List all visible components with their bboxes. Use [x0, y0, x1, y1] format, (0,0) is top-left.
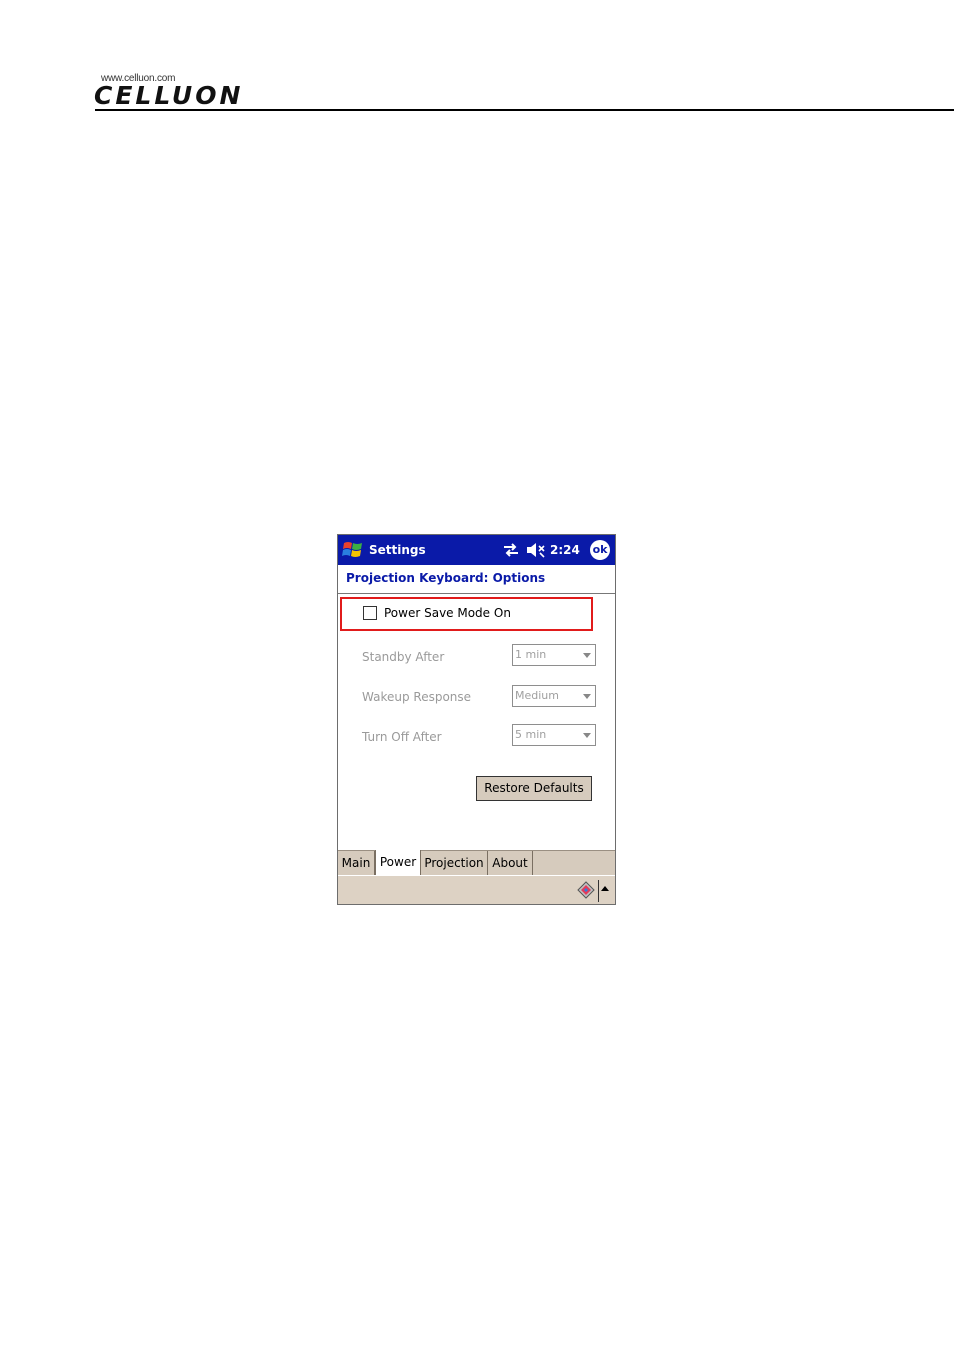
dropdown-value: 1 min [515, 648, 547, 661]
chevron-down-icon [583, 653, 591, 658]
standby-after-select[interactable]: 1 min [512, 644, 596, 666]
sync-icon[interactable] [503, 543, 519, 557]
arrow-up-icon[interactable] [601, 886, 609, 891]
header-divider [95, 109, 954, 111]
ok-button[interactable]: ok [590, 540, 610, 560]
dropdown-value: Medium [515, 689, 559, 702]
celluon-logo: CELLUON [94, 81, 244, 110]
power-save-label[interactable]: Power Save Mode On [384, 606, 511, 620]
page-title: Projection Keyboard: Options [346, 571, 546, 585]
tab-strip: Main Power Projection About [338, 850, 615, 875]
restore-defaults-button[interactable]: Restore Defaults [476, 776, 592, 801]
wakeup-response-select[interactable]: Medium [512, 685, 596, 707]
keyboard-icon[interactable] [576, 880, 596, 900]
sip-divider [598, 880, 599, 902]
device-screen: Settings 2:24 ok Projection Keyboard: Op… [337, 534, 616, 905]
clock[interactable]: 2:24 [550, 543, 580, 557]
chevron-down-icon [583, 733, 591, 738]
tab-main[interactable]: Main [338, 851, 375, 875]
turn-off-after-label: Turn Off After [362, 730, 442, 744]
heading-divider [338, 593, 615, 594]
menu-bar [338, 875, 615, 904]
tab-power[interactable]: Power [375, 850, 421, 875]
turn-off-after-select[interactable]: 5 min [512, 724, 596, 746]
title-bar: Settings 2:24 ok [338, 535, 615, 565]
tab-projection[interactable]: Projection [421, 851, 488, 875]
app-title: Settings [369, 543, 426, 557]
chevron-down-icon [583, 694, 591, 699]
power-save-checkbox[interactable] [363, 606, 377, 620]
wakeup-response-label: Wakeup Response [362, 690, 472, 704]
dropdown-value: 5 min [515, 728, 547, 741]
standby-after-label: Standby After [362, 650, 445, 664]
volume-mute-icon[interactable] [526, 542, 546, 558]
tab-about[interactable]: About [488, 851, 533, 875]
windows-start-icon[interactable] [341, 538, 365, 562]
